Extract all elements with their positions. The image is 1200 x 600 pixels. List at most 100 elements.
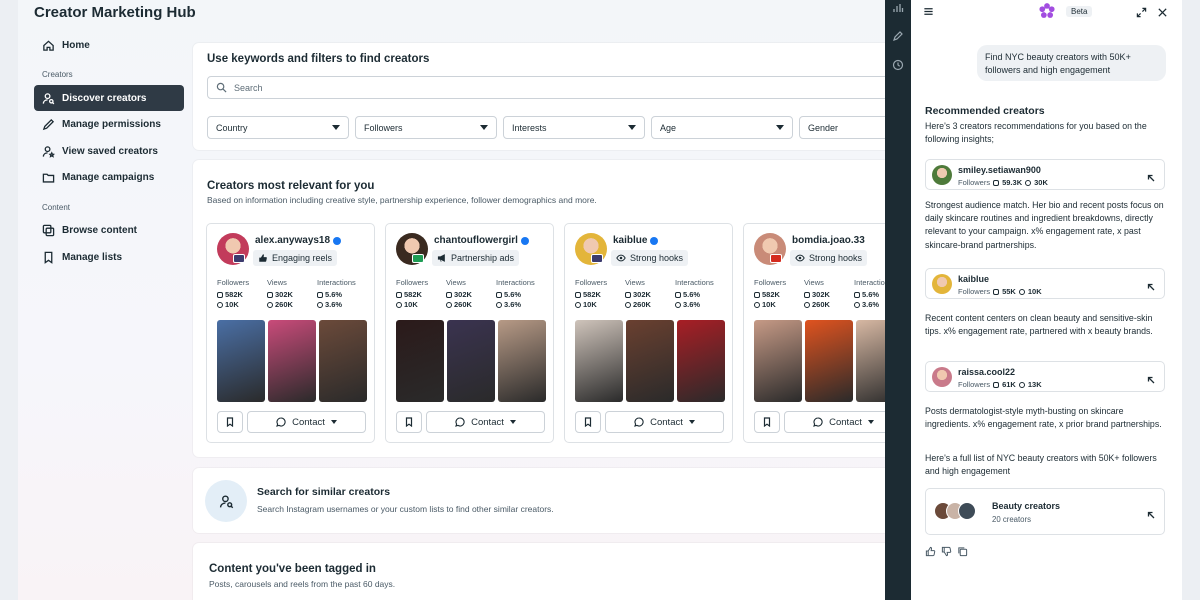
similar-creators-panel[interactable]: Search for similar creators Search Insta… (193, 468, 893, 533)
rec-followers-label: Followers (958, 380, 991, 389)
stat-value: 582K (225, 290, 243, 299)
recommended-creator-card[interactable]: raissa.cool22 Followers 61K 13K (925, 361, 1165, 392)
save-creator-button[interactable] (396, 411, 422, 433)
creator-card[interactable]: alex.anyways18 Engaging reels Followers 582… (206, 223, 375, 443)
card-actions: Contact (754, 411, 903, 433)
instagram-icon (267, 291, 273, 298)
country-flag-icon (412, 254, 424, 263)
save-creator-button[interactable] (217, 411, 243, 433)
beauty-creators-list-card[interactable]: Beauty creators 20 creators (925, 488, 1165, 535)
avatar (932, 165, 952, 185)
open-arrow-icon[interactable] (1146, 279, 1156, 291)
nav-home[interactable]: Home (34, 32, 184, 58)
copy-icon[interactable] (957, 544, 968, 557)
assistant-panel: Beta Find NYC beauty creators with 50K+ … (911, 0, 1182, 600)
expand-icon[interactable] (1136, 5, 1147, 18)
similar-title: Search for similar creators (257, 486, 391, 498)
creator-tag: Strong hooks (611, 250, 689, 266)
stat-value: 10K (762, 300, 776, 309)
facebook-icon (446, 301, 452, 308)
tagged-subtitle: Posts, carousels and reels from the past… (209, 579, 396, 589)
content-thumbnail[interactable] (217, 320, 265, 402)
thumbs-up-icon[interactable] (925, 544, 936, 557)
filter-country-label: Country (216, 122, 248, 133)
menu-icon[interactable] (923, 4, 935, 16)
content-thumbnail[interactable] (319, 320, 367, 402)
home-icon (43, 39, 54, 51)
creator-card[interactable]: kaiblue Strong hooks Followers 582K 10K Views… (564, 223, 733, 443)
search-placeholder: Search (234, 82, 263, 93)
content-thumbnail[interactable] (805, 320, 853, 402)
content-thumbnail[interactable] (447, 320, 495, 402)
tagged-content-panel: Content you've been tagged in Posts, car… (193, 543, 893, 600)
filter-followers[interactable]: Followers (355, 116, 497, 139)
save-creator-button[interactable] (575, 411, 601, 433)
contact-button[interactable]: Contact (247, 411, 366, 433)
caret-down-icon (330, 420, 337, 424)
content-thumbnail[interactable] (754, 320, 802, 402)
contact-label: Contact (829, 416, 862, 428)
nav-campaigns-label: Manage campaigns (62, 172, 155, 183)
stat-label: Interactions (496, 278, 535, 287)
full-list-text: Here's a full list of NYC beauty creator… (925, 453, 1157, 477)
creator-card[interactable]: chantouflowergirl Partnership ads Follower… (385, 223, 554, 443)
verified-icon (520, 236, 529, 245)
content-thumbnail[interactable] (498, 320, 546, 402)
contact-button[interactable]: Contact (605, 411, 724, 433)
nav-manage-campaigns[interactable]: Manage campaigns (34, 165, 184, 191)
content-thumbnail[interactable] (626, 320, 674, 402)
filter-age[interactable]: Age (651, 116, 793, 139)
nav-manage-lists[interactable]: Manage lists (34, 244, 184, 270)
open-arrow-icon[interactable] (1146, 372, 1156, 384)
close-icon[interactable] (1157, 5, 1168, 17)
facebook-icon (267, 301, 273, 308)
thumbs-down-icon[interactable] (941, 544, 952, 557)
creator-name-row: alex.anyways18 (255, 235, 342, 246)
stat-label: Interactions (317, 278, 356, 287)
facebook-icon (625, 301, 631, 308)
stat-value: 582K (404, 290, 422, 299)
content-thumbnail[interactable] (396, 320, 444, 402)
rec-followers-label: Followers (958, 178, 991, 187)
flower-logo-icon (1038, 2, 1056, 20)
nav-browse-content[interactable]: Browse content (34, 218, 184, 244)
content-thumbnail[interactable] (677, 320, 725, 402)
filter-interests[interactable]: Interests (503, 116, 645, 139)
rec-creator-name: kaiblue (958, 274, 990, 284)
recommended-creator-card[interactable]: kaiblue Followers 55K 10K (925, 268, 1165, 299)
search-input[interactable]: Search (207, 76, 897, 99)
chart-icon[interactable] (892, 1, 904, 13)
app-window: Creator Marketing Hub Home Creators Disc… (18, 0, 1182, 600)
bookmark-icon (226, 417, 234, 427)
folder-icon (42, 173, 55, 183)
stat-interactions: Interactions 5.6% 3.6% (675, 278, 735, 310)
rec-description: Recent content centers on clean beauty a… (925, 313, 1153, 337)
nav-discover-creators[interactable]: Discover creators (34, 85, 184, 111)
nav-manage-permissions[interactable]: Manage permissions (34, 112, 184, 138)
open-arrow-icon[interactable] (1146, 170, 1156, 182)
facebook-icon (754, 301, 760, 308)
stat-label: Views (446, 278, 466, 287)
content-thumbnail[interactable] (575, 320, 623, 402)
card-actions: Contact (575, 411, 724, 433)
clock-icon[interactable] (892, 58, 904, 71)
pencil-icon[interactable] (892, 29, 904, 41)
chat-bubble-icon (455, 417, 465, 427)
content-thumbnail[interactable] (268, 320, 316, 402)
open-arrow-icon[interactable] (1146, 507, 1156, 519)
filter-country[interactable]: Country (207, 116, 349, 139)
sidebar: Home Creators Discover creators Manage p… (34, 32, 184, 271)
list-name: Beauty creators (992, 501, 1061, 511)
creator-tag: Partnership ads (432, 250, 520, 266)
contact-button[interactable]: Contact (426, 411, 545, 433)
tagged-title: Content you've been tagged in (209, 563, 376, 575)
recommended-creator-card[interactable]: smiley.setiawan900 Followers 59.3K 30K (925, 159, 1165, 190)
creator-cards: alex.anyways18 Engaging reels Followers 582… (206, 223, 912, 443)
pen-icon (42, 118, 55, 131)
save-creator-button[interactable] (754, 411, 780, 433)
rec-fb-count: 13K (1027, 380, 1042, 389)
nav-saved-creators[interactable]: View saved creators (34, 138, 184, 164)
search-panel: Use keywords and filters to find creator… (193, 43, 941, 150)
bookmark-icon (44, 251, 53, 264)
stat-value: 302K (633, 290, 651, 299)
